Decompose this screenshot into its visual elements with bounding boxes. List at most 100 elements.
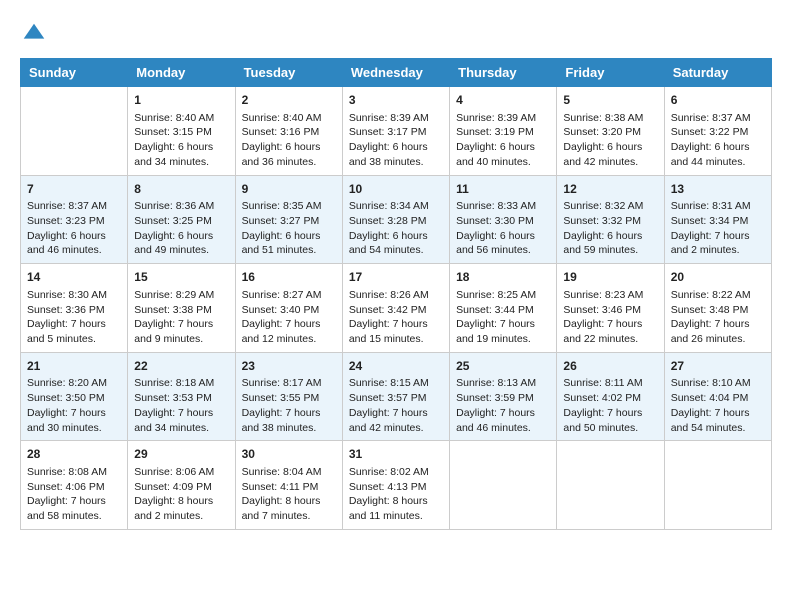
day-number: 28 xyxy=(27,446,121,463)
day-number: 31 xyxy=(349,446,443,463)
day-number: 14 xyxy=(27,269,121,286)
day-number: 27 xyxy=(671,358,765,375)
calendar-cell: 8Sunrise: 8:36 AMSunset: 3:25 PMDaylight… xyxy=(128,175,235,264)
calendar-week-3: 14 Sunrise: 8:30 AMSunset: 3:36 PMDayligh… xyxy=(21,264,772,353)
calendar-cell: 15 Sunrise: 8:29 AMSunset: 3:38 PMDayligh… xyxy=(128,264,235,353)
calendar-cell: 4 Sunrise: 8:39 AMSunset: 3:19 PMDaylight… xyxy=(450,87,557,176)
calendar-cell: 23Sunrise: 8:17 AMSunset: 3:55 PMDayligh… xyxy=(235,352,342,441)
calendar-cell xyxy=(21,87,128,176)
day-number: 21 xyxy=(27,358,121,375)
calendar-cell xyxy=(664,441,771,530)
calendar-cell: 31 Sunrise: 8:02 AMSunset: 4:13 PMDayligh… xyxy=(342,441,449,530)
calendar-cell: 19 Sunrise: 8:23 AMSunset: 3:46 PMDayligh… xyxy=(557,264,664,353)
cell-content: Sunrise: 8:32 AMSunset: 3:32 PMDaylight:… xyxy=(563,199,657,258)
day-number: 15 xyxy=(134,269,228,286)
calendar-cell: 12Sunrise: 8:32 AMSunset: 3:32 PMDayligh… xyxy=(557,175,664,264)
calendar-cell: 30 Sunrise: 8:04 AMSunset: 4:11 PMDayligh… xyxy=(235,441,342,530)
calendar-cell: 25Sunrise: 8:13 AMSunset: 3:59 PMDayligh… xyxy=(450,352,557,441)
cell-content: Sunrise: 8:27 AMSunset: 3:40 PMDaylight:… xyxy=(242,288,336,347)
cell-content: Sunrise: 8:22 AMSunset: 3:48 PMDaylight:… xyxy=(671,288,765,347)
cell-content: Sunrise: 8:04 AMSunset: 4:11 PMDaylight:… xyxy=(242,465,336,524)
calendar-cell: 11Sunrise: 8:33 AMSunset: 3:30 PMDayligh… xyxy=(450,175,557,264)
cell-content: Sunrise: 8:38 AMSunset: 3:20 PMDaylight:… xyxy=(563,111,657,170)
calendar-cell xyxy=(450,441,557,530)
cell-content: Sunrise: 8:17 AMSunset: 3:55 PMDaylight:… xyxy=(242,376,336,435)
cell-content: Sunrise: 8:33 AMSunset: 3:30 PMDaylight:… xyxy=(456,199,550,258)
calendar-header-row: SundayMondayTuesdayWednesdayThursdayFrid… xyxy=(21,59,772,87)
day-number: 26 xyxy=(563,358,657,375)
calendar-cell: 27Sunrise: 8:10 AMSunset: 4:04 PMDayligh… xyxy=(664,352,771,441)
cell-content: Sunrise: 8:29 AMSunset: 3:38 PMDaylight:… xyxy=(134,288,228,347)
day-number: 23 xyxy=(242,358,336,375)
calendar-week-2: 7Sunrise: 8:37 AMSunset: 3:23 PMDaylight… xyxy=(21,175,772,264)
cell-content: Sunrise: 8:35 AMSunset: 3:27 PMDaylight:… xyxy=(242,199,336,258)
day-number: 19 xyxy=(563,269,657,286)
calendar-cell: 22Sunrise: 8:18 AMSunset: 3:53 PMDayligh… xyxy=(128,352,235,441)
page-header xyxy=(20,20,772,48)
day-header-sunday: Sunday xyxy=(21,59,128,87)
cell-content: Sunrise: 8:15 AMSunset: 3:57 PMDaylight:… xyxy=(349,376,443,435)
calendar-cell: 18 Sunrise: 8:25 AMSunset: 3:44 PMDayligh… xyxy=(450,264,557,353)
cell-content: Sunrise: 8:23 AMSunset: 3:46 PMDaylight:… xyxy=(563,288,657,347)
cell-content: Sunrise: 8:40 AMSunset: 3:15 PMDaylight:… xyxy=(134,111,228,170)
cell-content: Sunrise: 8:26 AMSunset: 3:42 PMDaylight:… xyxy=(349,288,443,347)
calendar-cell: 13Sunrise: 8:31 AMSunset: 3:34 PMDayligh… xyxy=(664,175,771,264)
cell-content: Sunrise: 8:39 AMSunset: 3:19 PMDaylight:… xyxy=(456,111,550,170)
calendar-week-5: 28 Sunrise: 8:08 AMSunset: 4:06 PMDayligh… xyxy=(21,441,772,530)
cell-content: Sunrise: 8:08 AMSunset: 4:06 PMDaylight:… xyxy=(27,465,121,524)
calendar-cell: 2 Sunrise: 8:40 AMSunset: 3:16 PMDaylight… xyxy=(235,87,342,176)
cell-content: Sunrise: 8:30 AMSunset: 3:36 PMDaylight:… xyxy=(27,288,121,347)
cell-content: Sunrise: 8:18 AMSunset: 3:53 PMDaylight:… xyxy=(134,376,228,435)
day-number: 18 xyxy=(456,269,550,286)
day-number: 10 xyxy=(349,181,443,198)
cell-content: Sunrise: 8:37 AMSunset: 3:23 PMDaylight:… xyxy=(27,199,121,258)
day-number: 2 xyxy=(242,92,336,109)
day-number: 5 xyxy=(563,92,657,109)
cell-content: Sunrise: 8:11 AMSunset: 4:02 PMDaylight:… xyxy=(563,376,657,435)
calendar-cell: 14 Sunrise: 8:30 AMSunset: 3:36 PMDayligh… xyxy=(21,264,128,353)
calendar-cell: 7Sunrise: 8:37 AMSunset: 3:23 PMDaylight… xyxy=(21,175,128,264)
cell-content: Sunrise: 8:25 AMSunset: 3:44 PMDaylight:… xyxy=(456,288,550,347)
day-number: 30 xyxy=(242,446,336,463)
day-header-thursday: Thursday xyxy=(450,59,557,87)
day-number: 8 xyxy=(134,181,228,198)
calendar-cell: 26Sunrise: 8:11 AMSunset: 4:02 PMDayligh… xyxy=(557,352,664,441)
calendar-cell: 6Sunrise: 8:37 AMSunset: 3:22 PMDaylight… xyxy=(664,87,771,176)
day-header-friday: Friday xyxy=(557,59,664,87)
calendar-cell: 29 Sunrise: 8:06 AMSunset: 4:09 PMDayligh… xyxy=(128,441,235,530)
cell-content: Sunrise: 8:20 AMSunset: 3:50 PMDaylight:… xyxy=(27,376,121,435)
calendar-week-4: 21Sunrise: 8:20 AMSunset: 3:50 PMDayligh… xyxy=(21,352,772,441)
day-number: 1 xyxy=(134,92,228,109)
cell-content: Sunrise: 8:13 AMSunset: 3:59 PMDaylight:… xyxy=(456,376,550,435)
cell-content: Sunrise: 8:10 AMSunset: 4:04 PMDaylight:… xyxy=(671,376,765,435)
cell-content: Sunrise: 8:06 AMSunset: 4:09 PMDaylight:… xyxy=(134,465,228,524)
day-number: 12 xyxy=(563,181,657,198)
calendar-cell: 17 Sunrise: 8:26 AMSunset: 3:42 PMDayligh… xyxy=(342,264,449,353)
day-number: 22 xyxy=(134,358,228,375)
day-header-tuesday: Tuesday xyxy=(235,59,342,87)
day-number: 13 xyxy=(671,181,765,198)
day-header-monday: Monday xyxy=(128,59,235,87)
cell-content: Sunrise: 8:31 AMSunset: 3:34 PMDaylight:… xyxy=(671,199,765,258)
day-number: 20 xyxy=(671,269,765,286)
cell-content: Sunrise: 8:40 AMSunset: 3:16 PMDaylight:… xyxy=(242,111,336,170)
calendar-cell xyxy=(557,441,664,530)
day-number: 7 xyxy=(27,181,121,198)
day-number: 17 xyxy=(349,269,443,286)
calendar-cell: 16Sunrise: 8:27 AMSunset: 3:40 PMDayligh… xyxy=(235,264,342,353)
cell-content: Sunrise: 8:39 AMSunset: 3:17 PMDaylight:… xyxy=(349,111,443,170)
day-number: 9 xyxy=(242,181,336,198)
calendar-cell: 10Sunrise: 8:34 AMSunset: 3:28 PMDayligh… xyxy=(342,175,449,264)
day-number: 25 xyxy=(456,358,550,375)
day-header-wednesday: Wednesday xyxy=(342,59,449,87)
calendar-cell: 24Sunrise: 8:15 AMSunset: 3:57 PMDayligh… xyxy=(342,352,449,441)
calendar-week-1: 1 Sunrise: 8:40 AMSunset: 3:15 PMDaylight… xyxy=(21,87,772,176)
calendar-cell: 1 Sunrise: 8:40 AMSunset: 3:15 PMDaylight… xyxy=(128,87,235,176)
calendar-cell: 3Sunrise: 8:39 AMSunset: 3:17 PMDaylight… xyxy=(342,87,449,176)
calendar-cell: 21Sunrise: 8:20 AMSunset: 3:50 PMDayligh… xyxy=(21,352,128,441)
day-number: 4 xyxy=(456,92,550,109)
calendar-cell: 20 Sunrise: 8:22 AMSunset: 3:48 PMDayligh… xyxy=(664,264,771,353)
cell-content: Sunrise: 8:02 AMSunset: 4:13 PMDaylight:… xyxy=(349,465,443,524)
day-number: 29 xyxy=(134,446,228,463)
day-number: 11 xyxy=(456,181,550,198)
